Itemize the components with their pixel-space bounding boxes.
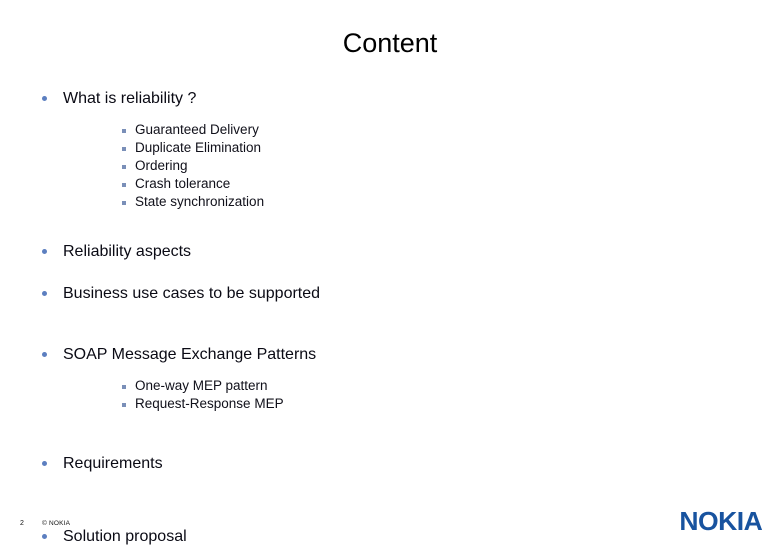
bullet-dot-icon — [42, 96, 47, 101]
bullet-label: Requirements — [63, 455, 163, 472]
bullet-square-icon — [122, 183, 126, 187]
bullet-square-icon — [122, 165, 126, 169]
bullet-square-icon — [122, 201, 126, 205]
bullet-label: What is reliability ? — [63, 90, 197, 107]
bullet-item-soap-mep: SOAP Message Exchange Patterns — [0, 344, 780, 365]
bullet-label: Business use cases to be supported — [63, 285, 321, 302]
page-title: Content — [342, 28, 438, 58]
sub-item-label: One-way MEP pattern — [135, 378, 268, 393]
page-number: 2 — [20, 520, 24, 527]
sub-item-crash-tolerance: Crash tolerance — [0, 175, 780, 193]
bullet-item-what-is-reliability: What is reliability ? — [0, 88, 780, 109]
sub-item-label: Duplicate Elimination — [135, 140, 262, 155]
sub-item-label: Crash tolerance — [135, 176, 231, 191]
bullet-label: Solution proposal — [63, 528, 187, 545]
bullet-dot-icon — [42, 461, 47, 466]
bullet-label: Reliability aspects — [63, 243, 192, 260]
bullet-dot-icon — [42, 534, 47, 539]
content-list: What is reliability ? Guaranteed Deliver… — [0, 88, 780, 547]
bullet-item-solution-proposal: Solution proposal — [0, 526, 780, 547]
bullet-dot-icon — [42, 352, 47, 357]
bullet-square-icon — [122, 129, 126, 133]
sub-item-duplicate-elimination: Duplicate Elimination — [0, 139, 780, 157]
bullet-label: SOAP Message Exchange Patterns — [63, 346, 317, 363]
sub-item-request-response-mep: Request-Response MEP — [0, 395, 780, 413]
nokia-logo: NOKIA — [679, 506, 762, 536]
sub-item-one-way-mep: One-way MEP pattern — [0, 377, 780, 395]
bullet-dot-icon — [42, 291, 47, 296]
sub-item-label: Guaranteed Delivery — [135, 122, 259, 137]
sub-list-soap-mep: One-way MEP pattern Request-Response MEP — [0, 377, 780, 413]
bullet-square-icon — [122, 147, 126, 151]
sub-item-label: State synchronization — [135, 194, 265, 209]
sub-item-label: Ordering — [135, 158, 188, 173]
bullet-dot-icon — [42, 249, 47, 254]
slide: Content What is reliability ? Guaranteed… — [0, 0, 780, 545]
bullet-item-requirements: Requirements — [0, 453, 780, 474]
bullet-square-icon — [122, 385, 126, 389]
sub-item-ordering: Ordering — [0, 157, 780, 175]
sub-list-reliability: Guaranteed Delivery Duplicate Eliminatio… — [0, 121, 780, 211]
bullet-item-reliability-aspects: Reliability aspects — [0, 241, 780, 262]
bullet-item-business-use-cases: Business use cases to be supported — [0, 283, 780, 304]
copyright-notice: © NOKIA — [42, 520, 71, 527]
sub-item-label: Request-Response MEP — [135, 396, 284, 411]
sub-item-guaranteed-delivery: Guaranteed Delivery — [0, 121, 780, 139]
bullet-square-icon — [122, 403, 126, 407]
sub-item-state-synchronization: State synchronization — [0, 193, 780, 211]
